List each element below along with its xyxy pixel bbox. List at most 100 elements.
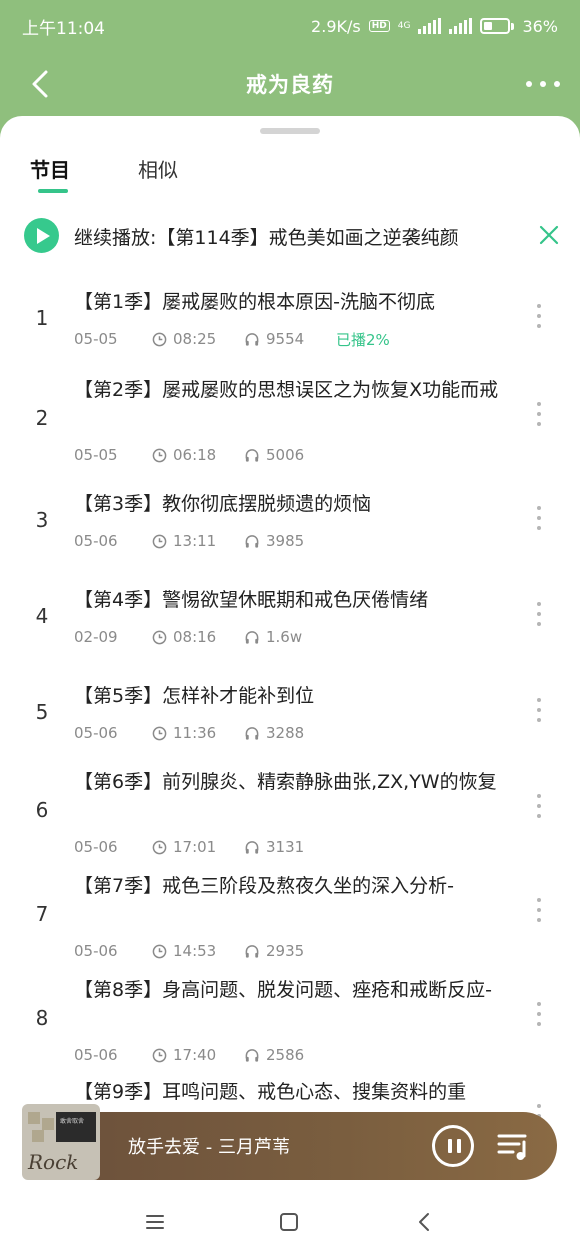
status-time: 上午11:04 [22, 18, 105, 39]
episode-meta: 05-06 17:01 3131 [74, 836, 336, 858]
episode-plays: 9554 [244, 330, 336, 348]
episode-more-icon[interactable] [536, 898, 542, 922]
episode-more-icon[interactable] [536, 794, 542, 818]
headphones-icon [245, 448, 259, 462]
drag-handle[interactable] [260, 128, 320, 134]
episode-title: 【第2季】屡戒屡败的思想误区之为恢复X功能而戒 [74, 379, 499, 401]
cover-script: Rock [28, 1150, 79, 1174]
episode-more-icon[interactable] [536, 506, 542, 530]
episode-plays: 2586 [244, 1046, 336, 1064]
episode-title: 【第7季】戒色三阶段及熬夜久坐的深入分析- [74, 875, 454, 897]
episode-index: 1 [35, 306, 49, 330]
mini-player[interactable]: 敢舍取舍 Rock 放手去爱 - 三月芦苇 [22, 1104, 557, 1180]
episode-duration: 11:36 [152, 724, 244, 742]
playlist-icon[interactable] [497, 1130, 531, 1162]
episode-more-icon[interactable] [536, 698, 542, 722]
episode-date: 05-06 [74, 1046, 118, 1064]
episode-meta: 05-06 17:40 2586 [74, 1044, 336, 1066]
episode-title: 【第3季】教你彻底摆脱频遗的烦恼 [74, 493, 372, 515]
episode-date: 05-06 [74, 942, 118, 960]
tab-programs[interactable]: 节目 [30, 154, 70, 183]
episode-plays: 3131 [244, 838, 336, 856]
episode-title: 【第9季】耳鸣问题、戒色心态、搜集资料的重 [74, 1081, 467, 1103]
clock-icon [152, 630, 167, 644]
episode-more-icon[interactable] [536, 602, 542, 626]
album-cover[interactable]: 敢舍取舍 Rock [22, 1104, 100, 1180]
episode-title: 【第1季】屡戒屡败的根本原因-洗脑不彻底 [74, 291, 435, 313]
clock-icon [152, 840, 167, 854]
more-icon[interactable] [526, 72, 560, 96]
episode-index: 6 [35, 798, 49, 822]
episode-meta: 02-09 08:16 1.6w [74, 626, 336, 648]
episode-plays: 3288 [244, 724, 336, 742]
continue-playing-text[interactable]: 继续播放:【第114季】戒色美如画之逆袭纯颜 [74, 223, 459, 250]
episode-index: 3 [35, 508, 49, 532]
episode-duration: 13:11 [152, 532, 244, 550]
signal-icon [418, 18, 442, 34]
tab-similar[interactable]: 相似 [138, 154, 178, 183]
episode-title: 【第5季】怎样补才能补到位 [74, 685, 315, 707]
episode-index: 8 [35, 1006, 49, 1030]
signal-icon-2 [449, 18, 473, 34]
headphones-icon [245, 1048, 259, 1062]
close-icon[interactable] [538, 224, 560, 246]
clock-icon [152, 944, 167, 958]
episode-plays: 3985 [244, 532, 336, 550]
tab-indicator [38, 189, 68, 193]
episode-duration: 08:16 [152, 628, 244, 646]
system-nav-bar [0, 1186, 580, 1257]
episode-index: 5 [35, 700, 49, 724]
net-speed: 2.9K/s [311, 16, 361, 36]
episode-duration: 17:40 [152, 1046, 244, 1064]
status-indicators: 2.9K/s HD 4G 36% [311, 17, 558, 36]
episode-date: 05-05 [74, 446, 118, 464]
back-arrow-icon[interactable] [26, 68, 58, 100]
episode-index: 2 [35, 406, 49, 430]
clock-icon [152, 448, 167, 462]
cover-label: 敢舍取舍 [56, 1112, 96, 1142]
clock-icon [152, 1048, 167, 1062]
network-type: 4G [397, 20, 411, 31]
hd-icon: HD [368, 20, 390, 32]
back-icon[interactable] [413, 1210, 437, 1234]
clock-icon [152, 332, 167, 346]
headphones-icon [245, 840, 259, 854]
headphones-icon [245, 630, 259, 644]
episode-duration: 06:18 [152, 446, 244, 464]
home-icon[interactable] [277, 1210, 301, 1234]
continue-playing-bar[interactable]: 继续播放:【第114季】戒色美如画之逆袭纯颜 [0, 216, 580, 254]
headphones-icon [245, 534, 259, 548]
episode-index: 7 [35, 902, 49, 926]
clock-icon [152, 534, 167, 548]
episode-more-icon[interactable] [536, 1002, 542, 1026]
episode-date: 02-09 [74, 628, 118, 646]
page-title: 戒为良药 [246, 73, 334, 97]
play-icon[interactable] [24, 218, 59, 253]
episode-index: 4 [35, 604, 49, 628]
episode-progress: 已播2% [336, 330, 390, 349]
episode-date: 05-05 [74, 330, 118, 348]
headphones-icon [245, 944, 259, 958]
now-playing-title[interactable]: 放手去爱 - 三月芦苇 [128, 1133, 290, 1159]
episode-date: 05-06 [74, 838, 118, 856]
episode-meta: 05-06 13:11 3985 [74, 530, 336, 552]
episode-title: 【第8季】身高问题、脱发问题、痤疮和戒断反应- [74, 979, 492, 1001]
status-bar: 上午11:04 2.9K/s HD 4G 36% [0, 0, 580, 52]
episode-more-icon[interactable] [536, 402, 542, 426]
episode-duration: 08:25 [152, 330, 244, 348]
episode-duration: 17:01 [152, 838, 244, 856]
episode-title: 【第6季】前列腺炎、精索静脉曲张,ZX,YW的恢复 [74, 771, 497, 793]
clock-icon [152, 726, 167, 740]
episode-duration: 14:53 [152, 942, 244, 960]
episode-date: 05-06 [74, 724, 118, 742]
title-bar: 戒为良药 [0, 52, 580, 116]
episode-plays: 5006 [244, 446, 336, 464]
episode-plays: 2935 [244, 942, 336, 960]
menu-icon[interactable] [143, 1210, 167, 1234]
headphones-icon [245, 332, 259, 346]
pause-icon[interactable] [432, 1125, 474, 1167]
episode-meta: 05-06 11:36 3288 [74, 722, 336, 744]
episode-meta: 05-06 14:53 2935 [74, 940, 336, 962]
episode-more-icon[interactable] [536, 304, 542, 328]
tab-bar: 节目 相似 [0, 154, 580, 194]
